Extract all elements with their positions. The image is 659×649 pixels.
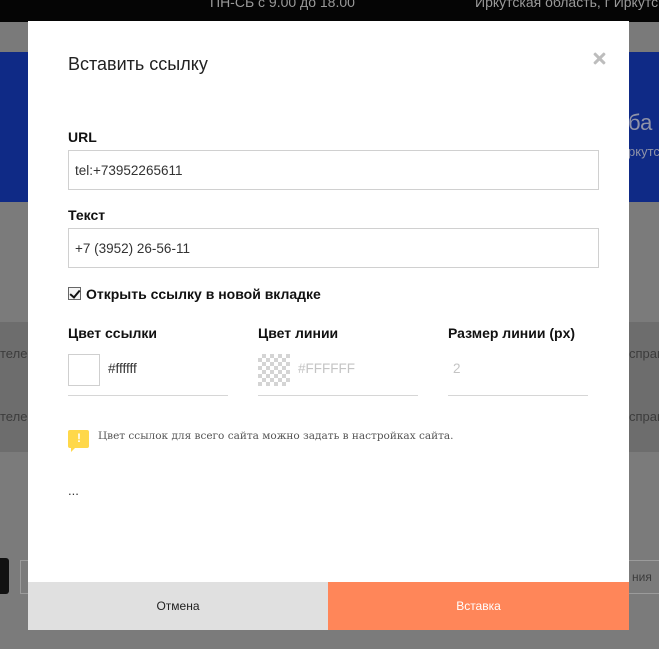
line-size-field: 2 xyxy=(448,354,588,396)
site-link-color-note: Цвет ссылок для всего сайта можно задать… xyxy=(98,430,454,442)
text-input[interactable] xyxy=(68,228,599,268)
line-color-field: #FFFFFF xyxy=(258,354,418,396)
url-input[interactable] xyxy=(68,150,599,190)
background-outline-button-right: ния xyxy=(628,560,659,594)
new-tab-checkbox[interactable] xyxy=(68,287,81,300)
more-options-ellipsis[interactable]: ... xyxy=(68,483,79,498)
text-label: Текст xyxy=(68,207,106,223)
url-label: URL xyxy=(68,129,97,145)
line-size-placeholder[interactable]: 2 xyxy=(453,361,461,376)
background-subheading-fragment: ркутс xyxy=(628,144,659,159)
link-color-value[interactable]: #ffffff xyxy=(108,361,137,376)
link-color-field: #ffffff xyxy=(68,354,228,396)
line-color-label: Цвет линии xyxy=(258,325,339,341)
close-icon[interactable] xyxy=(591,49,609,67)
line-size-label: Размер линии (px) xyxy=(448,325,576,341)
background-right-text-1: справ xyxy=(629,346,659,361)
background-top-bar: ПН-СБ с 9.00 до 18.00 Иркутская область,… xyxy=(0,0,659,22)
link-color-label: Цвет ссылки xyxy=(68,325,158,341)
background-region: Иркутская область, г Иркутск xyxy=(475,0,659,10)
line-color-placeholder[interactable]: #FFFFFF xyxy=(298,361,355,376)
new-tab-label[interactable]: Открыть ссылку в новой вкладке xyxy=(86,286,321,302)
cancel-button[interactable]: Отмена xyxy=(28,582,328,630)
background-black-button xyxy=(0,558,9,594)
background-right-text-2: справ xyxy=(629,409,659,424)
dialog-title: Вставить ссылку xyxy=(68,54,208,74)
insert-button[interactable]: Вставка xyxy=(328,582,629,630)
line-color-swatch[interactable] xyxy=(258,354,290,386)
background-hours: ПН-СБ с 9.00 до 18.00 xyxy=(210,0,355,10)
link-color-swatch[interactable] xyxy=(68,354,100,386)
background-heading-fragment: ба 8 xyxy=(628,110,659,135)
exclamation-icon: ! xyxy=(68,430,89,452)
insert-link-dialog: Вставить ссылку URL Текст Открыть ссылку… xyxy=(28,21,629,630)
